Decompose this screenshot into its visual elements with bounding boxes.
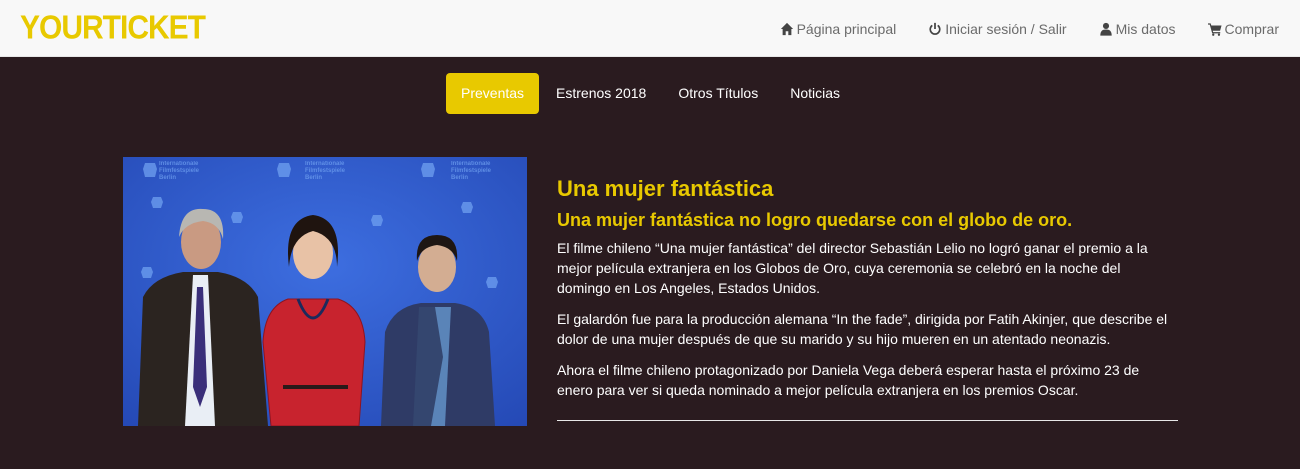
article-photo: Internationale Filmfestspiele Berlin Int… xyxy=(123,157,527,426)
article-paragraph: El filme chileno “Una mujer fantástica” … xyxy=(557,240,1148,296)
berlinale-bear-icon xyxy=(143,163,157,177)
menu-item-estrenos[interactable]: Estrenos 2018 xyxy=(541,73,661,114)
svg-text:Filmfestspiele: Filmfestspiele xyxy=(451,168,492,174)
backdrop-text: Internationale xyxy=(159,161,199,167)
home-icon xyxy=(780,22,793,35)
svg-text:Filmfestspiele: Filmfestspiele xyxy=(305,168,346,174)
photo-illustration: Internationale Filmfestspiele Berlin Int… xyxy=(123,157,527,426)
nav-link-label: Página principal xyxy=(796,20,897,37)
nav-link-home[interactable]: Página principal xyxy=(780,20,897,37)
top-navbar: YOURTICKET Página principal Iniciar sesi… xyxy=(0,0,1300,57)
article-paragraph: El galardón fue para la producción alema… xyxy=(557,311,1168,347)
cart-icon xyxy=(1207,22,1222,36)
user-icon xyxy=(1099,22,1112,36)
divider xyxy=(557,420,1178,421)
menu-item-preventas[interactable]: Preventas xyxy=(446,73,540,114)
nav-link-login[interactable]: Iniciar sesión / Salir xyxy=(928,20,1067,37)
menu-item-otros-titulos[interactable]: Otros Títulos xyxy=(663,73,773,114)
nav-link-label: Iniciar sesión / Salir xyxy=(945,20,1067,37)
top-links: Página principal Iniciar sesión / Salir … xyxy=(748,0,1279,57)
brand-logo[interactable]: YOURTICKET xyxy=(20,10,206,47)
nav-link-label: Comprar xyxy=(1224,20,1279,37)
nav-link-buy[interactable]: Comprar xyxy=(1207,20,1279,37)
power-icon xyxy=(929,22,941,35)
section-menu: Preventas Estrenos 2018 Otros Títulos No… xyxy=(0,73,1300,114)
article-paragraph: Ahora el filme chileno protagonizado por… xyxy=(557,362,1140,398)
svg-text:Berlin: Berlin xyxy=(451,175,468,181)
news-article: Una mujer fantástica Una mujer fantástic… xyxy=(557,176,1178,421)
nav-link-my-data[interactable]: Mis datos xyxy=(1099,21,1176,37)
svg-text:Internationale: Internationale xyxy=(451,161,491,167)
nav-link-label: Mis datos xyxy=(1115,20,1176,37)
svg-text:Internationale: Internationale xyxy=(305,161,345,167)
backdrop-text: Filmfestspiele xyxy=(159,168,200,174)
backdrop-text: Berlin xyxy=(159,175,176,181)
article-title: Una mujer fantástica xyxy=(557,176,774,201)
svg-text:Berlin: Berlin xyxy=(305,175,322,181)
menu-item-noticias[interactable]: Noticias xyxy=(775,73,855,114)
article-subtitle: Una mujer fantástica no logro quedarse c… xyxy=(557,210,1073,230)
